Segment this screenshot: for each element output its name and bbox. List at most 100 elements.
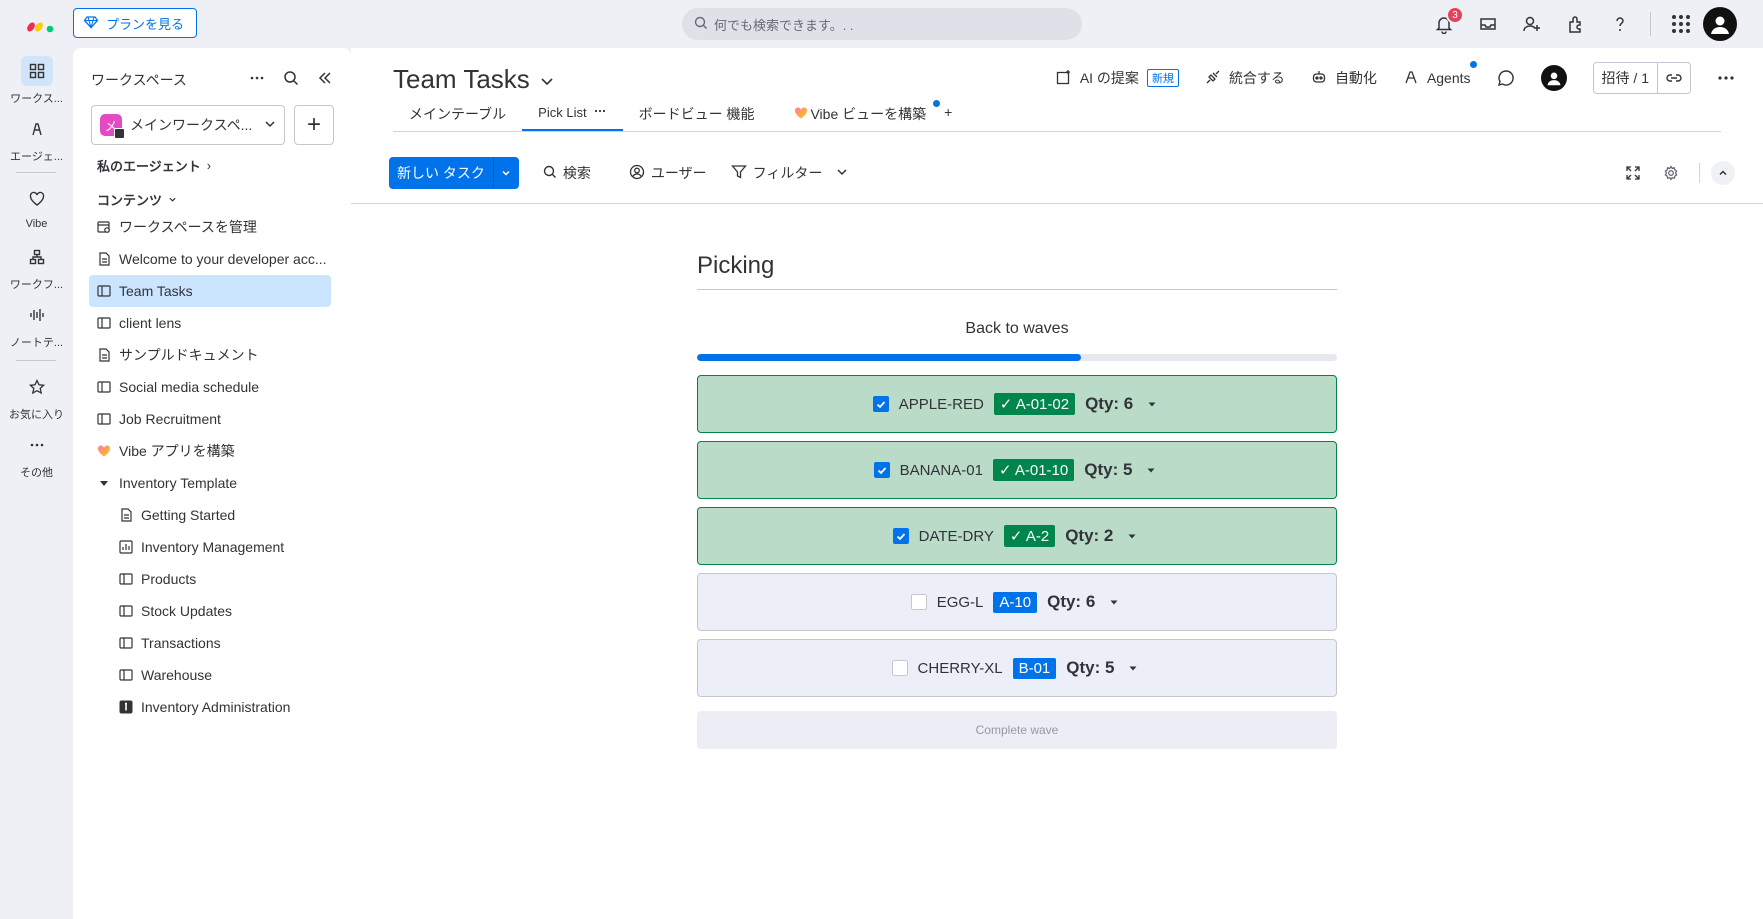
- picking-panel: Picking Back to waves APPLE-RED ✓ A-01-02…: [697, 252, 1337, 749]
- sidebar-item-label: Inventory Template: [119, 475, 238, 491]
- sidebar-item-inventory-administration[interactable]: Inventory Administration: [111, 691, 331, 723]
- rail-agents[interactable]: エージェ...: [0, 114, 73, 164]
- agent-icon: [21, 114, 53, 144]
- app-switcher-grid-icon[interactable]: [1659, 6, 1703, 42]
- tab-pick-list[interactable]: Pick List: [522, 104, 623, 131]
- rail-vibe[interactable]: Vibe: [0, 184, 73, 230]
- complete-wave-button[interactable]: Complete wave: [697, 711, 1337, 749]
- row-expand-caret-icon[interactable]: [1143, 395, 1161, 413]
- sidebar-item-vibe-app[interactable]: Vibe アプリを構築: [89, 435, 331, 467]
- pick-checkbox[interactable]: [892, 528, 909, 544]
- rail-workflows[interactable]: ワークフ...: [0, 242, 73, 292]
- doc-icon: [119, 508, 133, 522]
- add-item-button[interactable]: +: [294, 105, 334, 145]
- board-toolbar: 新しい タスク 検索 ユーザー フィルター: [389, 156, 1735, 190]
- sidebar-item-transactions[interactable]: Transactions: [111, 627, 331, 659]
- board-owner-avatar[interactable]: [1540, 65, 1567, 91]
- pick-row: CHERRY-XL B-01 Qty: 5: [697, 639, 1337, 697]
- workspace-selector[interactable]: メ メインワークスペ...: [91, 105, 285, 145]
- vibe-heart-icon: [97, 444, 111, 458]
- new-task-button[interactable]: 新しい タスク: [389, 157, 493, 189]
- collapse-sidebar-icon[interactable]: [315, 68, 335, 88]
- add-view-button[interactable]: +: [942, 104, 968, 128]
- sidebar-item-welcome-doc[interactable]: Welcome to your developer acc...: [89, 243, 331, 275]
- sidebar-item-social-media[interactable]: Social media schedule: [89, 371, 331, 403]
- see-plans-label: プランを見る: [106, 16, 185, 32]
- invite-members-icon[interactable]: [1510, 6, 1554, 42]
- rail-workspace[interactable]: ワークス...: [0, 56, 73, 106]
- user-avatar[interactable]: [1703, 7, 1737, 41]
- sidebar-item-warehouse[interactable]: Warehouse: [111, 659, 331, 691]
- rail-notetaker[interactable]: ノートテ...: [0, 300, 73, 350]
- rail-more[interactable]: その他: [0, 430, 73, 480]
- settings-gear-icon[interactable]: [1661, 163, 1681, 183]
- location-tag: A-10: [993, 591, 1038, 613]
- person-filter-button[interactable]: ユーザー: [629, 163, 707, 183]
- my-agents-section[interactable]: 私のエージェント ›: [97, 156, 211, 175]
- sidebar-item-sample-doc[interactable]: サンプルドキュメント: [89, 339, 331, 371]
- rail-favorites[interactable]: お気に入り: [0, 372, 73, 422]
- sidebar-item-label: Transactions: [141, 635, 221, 651]
- new-task-dropdown-icon[interactable]: [492, 157, 519, 189]
- row-expand-caret-icon[interactable]: [1142, 461, 1160, 479]
- back-to-waves-button[interactable]: Back to waves: [697, 320, 1337, 342]
- pick-checkbox[interactable]: [910, 594, 927, 610]
- search-placeholder: 何でも検索できます。. .: [714, 17, 854, 33]
- location-tag: B-01: [1012, 657, 1057, 679]
- pick-row: APPLE-RED ✓ A-01-02 Qty: 6: [697, 375, 1337, 433]
- global-search-input[interactable]: 何でも検索できます。. .: [682, 8, 1082, 40]
- new-badge: 新規: [1146, 69, 1179, 87]
- sidebar-item-job-recruitment[interactable]: Job Recruitment: [89, 403, 331, 435]
- location-tag: ✓ A-2: [1003, 525, 1056, 547]
- row-expand-caret-icon[interactable]: [1105, 593, 1123, 611]
- row-expand-caret-icon[interactable]: [1124, 659, 1142, 677]
- tab-build-vibe-view[interactable]: Vibe ビューを構築: [778, 100, 942, 132]
- copy-link-icon[interactable]: [1657, 63, 1690, 93]
- sidebar-item-stock-updates[interactable]: Stock Updates: [111, 595, 331, 627]
- updates-chat-icon[interactable]: [1497, 69, 1515, 87]
- sidebar-item-label: Inventory Administration: [141, 699, 291, 715]
- integrate-button[interactable]: 統合する: [1205, 68, 1285, 88]
- automate-button[interactable]: 自動化: [1311, 68, 1377, 88]
- audio-wave-icon: [21, 300, 53, 330]
- more-options-icon[interactable]: [247, 68, 267, 88]
- sidebar-item-client-lens[interactable]: client lens: [89, 307, 331, 339]
- star-icon: [21, 372, 53, 402]
- sidebar-item-label: client lens: [119, 315, 182, 331]
- sidebar-item-getting-started[interactable]: Getting Started: [111, 499, 331, 531]
- tab-board-view[interactable]: ボードビュー 機能: [623, 104, 771, 132]
- collapse-header-icon[interactable]: [1699, 161, 1735, 185]
- filter-button[interactable]: フィルター: [730, 163, 849, 183]
- tab-options-icon[interactable]: [593, 104, 607, 121]
- sidebar-item-label: Team Tasks: [119, 283, 193, 299]
- search-icon[interactable]: [281, 68, 301, 88]
- home-icon: [114, 128, 125, 139]
- help-icon[interactable]: [1598, 6, 1642, 42]
- fullscreen-icon[interactable]: [1623, 163, 1643, 183]
- inbox-icon[interactable]: [1466, 6, 1510, 42]
- agents-button[interactable]: Agents: [1403, 60, 1477, 88]
- board-main: Team Tasks AI の提案 新規 統合する 自動化 Agents 招待 …: [351, 48, 1763, 919]
- integrate-label: 統合する: [1228, 70, 1285, 86]
- sidebar-item-inventory-template[interactable]: Inventory Template: [89, 467, 331, 499]
- board-title[interactable]: Team Tasks: [393, 64, 554, 95]
- sidebar-item-products[interactable]: Products: [111, 563, 331, 595]
- picking-title: Picking: [697, 252, 1337, 290]
- sidebar-item-team-tasks[interactable]: Team Tasks: [89, 275, 331, 307]
- see-plans-button[interactable]: プランを見る: [73, 8, 198, 38]
- pick-checkbox[interactable]: [891, 660, 908, 676]
- pick-checkbox[interactable]: [873, 462, 890, 478]
- ai-suggestions-button[interactable]: AI の提案 新規: [1056, 68, 1179, 88]
- apps-marketplace-icon[interactable]: [1554, 6, 1598, 42]
- invite-button[interactable]: 招待 / 1: [1594, 63, 1657, 93]
- notifications-bell-icon[interactable]: 3: [1422, 6, 1466, 42]
- sidebar-item-inventory-management[interactable]: Inventory Management: [111, 531, 331, 563]
- contents-section[interactable]: コンテンツ: [97, 190, 177, 209]
- board-more-icon[interactable]: [1717, 69, 1735, 87]
- pick-checkbox[interactable]: [872, 396, 889, 412]
- search-button[interactable]: 検索: [543, 163, 591, 183]
- tab-main-table[interactable]: メインテーブル: [393, 104, 522, 132]
- row-expand-caret-icon[interactable]: [1123, 527, 1141, 545]
- monday-logo-icon[interactable]: [26, 14, 56, 34]
- sidebar-item-manage-workspace[interactable]: ワークスペースを管理: [89, 211, 331, 243]
